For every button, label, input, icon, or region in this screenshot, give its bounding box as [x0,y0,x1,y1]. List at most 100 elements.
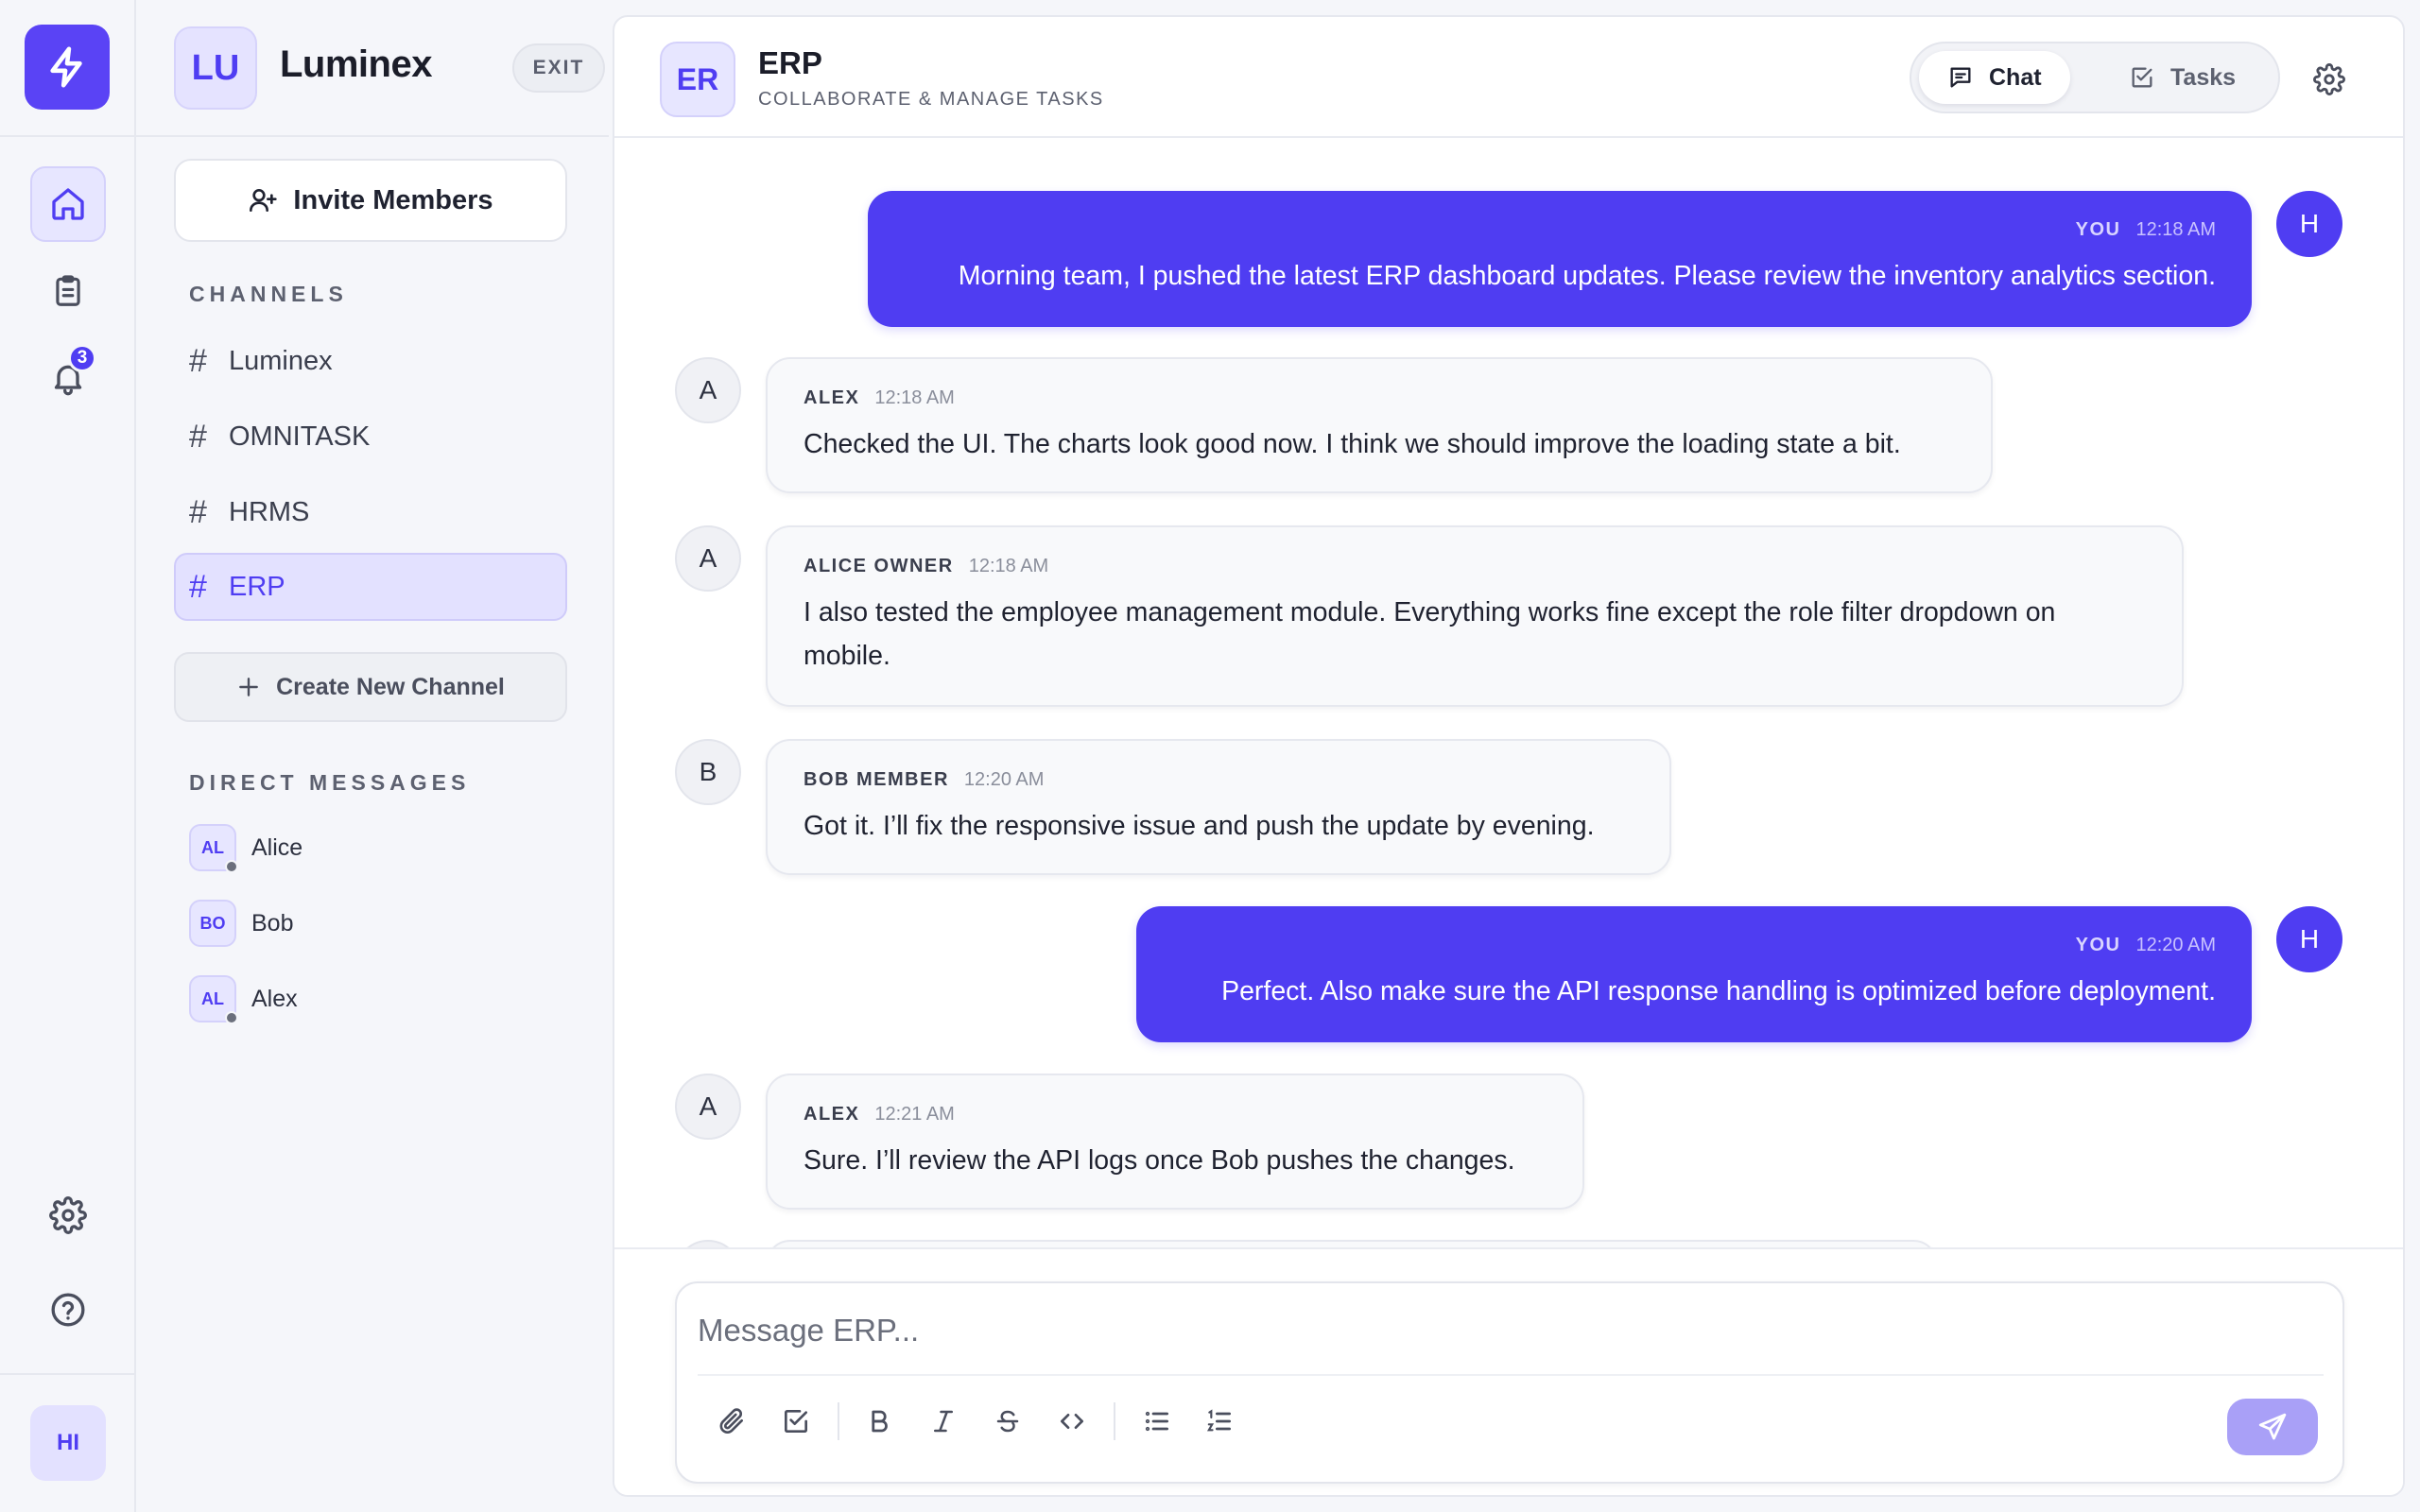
exit-button[interactable]: EXIT [512,43,605,93]
avatar [675,1240,741,1247]
app-logo[interactable] [25,25,110,110]
hash-icon: # [189,493,207,530]
numbered-list-button[interactable] [1199,1400,1240,1442]
message-input[interactable] [698,1300,2324,1361]
send-button[interactable] [2227,1399,2318,1455]
message-text: Sure. I’ll review the API logs once Bob … [804,1145,1515,1176]
workspace-header: LU Luminex EXIT [174,25,605,110]
code-button[interactable] [1051,1400,1093,1442]
hash-icon: # [189,568,207,605]
rail-divider [0,135,136,137]
home-button[interactable] [30,166,106,242]
numbered-list-icon [1206,1409,1231,1432]
message-time: 12:20 AM [963,769,1045,790]
tab-tasks[interactable]: Tasks [2100,51,2264,104]
message-meta: ALICE OWNER 12:18 AM [804,556,2146,577]
send-icon [2258,1413,2287,1440]
message-text: Morning team, I pushed the latest ERP da… [958,261,2216,291]
channel-label: Luminex [229,345,333,376]
channel-subtitle: COLLABORATE & MANAGE TASKS [758,89,1104,110]
message-bubble: ALEX 12:21 AM Sure. I’ll review the API … [766,1074,1584,1210]
sidebar-divider [136,135,609,137]
dm-name: Bob [251,909,294,936]
channel-item-luminex[interactable]: # Luminex [174,327,567,395]
italic-button[interactable] [923,1400,964,1442]
dm-name: Alice [251,833,303,861]
home-icon [52,188,84,220]
message-text: I also tested the employee management mo… [804,597,2056,671]
chat-panel: ER ERP COLLABORATE & MANAGE TASKS Chat T… [613,15,2405,1497]
avatar: AL [189,975,238,1024]
dm-item-bob[interactable]: BO Bob [189,897,293,950]
channel-item-erp[interactable]: # ERP [174,553,567,621]
message-composer [675,1281,2344,1484]
tab-chat[interactable]: Chat [1919,51,2070,104]
message-time: 12:18 AM [968,556,1049,576]
message-author: BOB MEMBER [804,769,949,790]
dm-item-alice[interactable]: AL Alice [189,821,302,874]
lightning-icon [50,46,82,88]
avatar-initials: BO [199,913,226,933]
message-bubble: ALEX 12:18 AM Checked the UI. The charts… [766,357,1993,493]
tasks-nav-button[interactable] [30,253,106,329]
avatar: A [675,357,741,423]
message-author: ALICE OWNER [804,556,954,576]
avatar-initials: AL [201,988,224,1008]
composer-area [614,1247,2403,1495]
tab-chat-label: Chat [1989,63,2042,91]
notifications-button[interactable]: 3 [30,340,106,416]
channel-item-hrms[interactable]: # HRMS [174,478,567,546]
create-channel-label: Create New Channel [276,673,505,700]
strikethrough-icon [996,1410,1019,1433]
message-time: 12:20 AM [2135,935,2216,955]
channel-label: ERP [229,571,285,602]
bold-button[interactable] [858,1400,900,1442]
add-task-button[interactable] [775,1400,817,1442]
message-text: Perfect. Also make sure the API response… [1221,976,2216,1006]
avatar: AL [189,824,238,873]
check-square-icon [785,1410,807,1433]
tab-tasks-label: Tasks [2170,63,2237,91]
help-button[interactable] [30,1272,106,1348]
gear-icon [49,1196,87,1234]
help-icon [51,1293,85,1327]
strikethrough-button[interactable] [987,1400,1028,1442]
channel-avatar: ER [660,42,735,117]
channel-item-omnitask[interactable]: # OMNITASK [174,403,567,471]
message-bubble: YOU 12:18 AM Morning team, I pushed the … [868,191,2252,327]
message-meta: YOU 12:20 AM [1172,935,2216,956]
code-icon [1061,1414,1083,1429]
italic-icon [934,1410,953,1433]
invite-members-button[interactable]: Invite Members [174,159,567,242]
message-meta: YOU 12:18 AM [904,219,2216,241]
bold-icon [872,1410,888,1433]
rail-divider [0,1373,136,1375]
message-time: 12:18 AM [874,387,955,408]
view-toggle: Chat Tasks [1910,42,2280,113]
check-square-icon [2132,67,2152,88]
channel-header: ER ERP COLLABORATE & MANAGE TASKS Chat T… [614,17,2403,138]
message-list[interactable]: YOU 12:18 AM Morning team, I pushed the … [614,140,2403,1247]
message-meta: BOB MEMBER 12:20 AM [804,769,1634,791]
attach-button[interactable] [711,1400,752,1442]
create-channel-button[interactable]: Create New Channel [174,652,567,722]
message-meta: ALEX 12:21 AM [804,1104,1547,1125]
avatar: BO [189,900,236,947]
dm-name: Alex [251,985,298,1012]
workspace-name: Luminex [280,43,432,85]
message-bubble: ALICE OWNER 12:18 AM I also tested the e… [766,525,2184,707]
user-avatar[interactable]: HI [30,1405,106,1481]
composer-divider [698,1374,2324,1376]
status-dot [225,860,238,873]
bullet-list-button[interactable] [1136,1400,1178,1442]
channel-settings-button[interactable] [2310,60,2348,98]
dm-item-alex[interactable]: AL Alex [189,972,298,1025]
settings-button[interactable] [30,1177,106,1253]
direct-messages-heading: DIRECT MESSAGES [189,770,471,795]
channel-sidebar: LU Luminex EXIT Invite Members CHANNELS … [136,0,609,1512]
user-plus-icon [250,189,278,212]
message-author: ALEX [804,387,860,408]
invite-members-label: Invite Members [293,184,493,215]
message-meta: ALEX 12:18 AM [804,387,1955,409]
avatar-initials: AL [201,837,224,857]
